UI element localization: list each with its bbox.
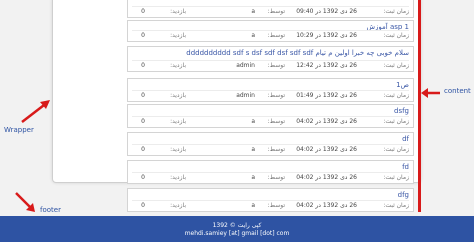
- post-author: admin: [236, 62, 255, 69]
- post-views: 0: [141, 146, 145, 153]
- views-label: بازدید:: [170, 32, 186, 39]
- author-label: توسط:: [267, 92, 285, 99]
- views-label: بازدید:: [170, 146, 186, 153]
- author-label: توسط:: [267, 118, 285, 125]
- content-marker-line: [418, 0, 421, 212]
- post-title-link[interactable]: سلام خوبی چه خبرا اولین م تیام ddddddddd…: [186, 49, 409, 57]
- views-label: بازدید:: [170, 202, 186, 209]
- post-meta: زمان ثبت: 26 دی 1392 در 04:02 توسط: a با…: [132, 172, 409, 182]
- post-views: 0: [141, 118, 145, 125]
- date-label: زمان ثبت:: [383, 174, 409, 181]
- content-arrow-icon: [421, 88, 440, 98]
- post-date: 26 دی 1392 در 09:40: [296, 8, 357, 15]
- date-label: زمان ثبت:: [383, 202, 409, 209]
- views-label: بازدید:: [170, 118, 186, 125]
- wrapper-annotation: Wrapper: [4, 126, 34, 134]
- author-label: توسط:: [267, 62, 285, 69]
- post-author: a: [251, 118, 255, 125]
- post-date: 26 دی 1392 در 10:29: [296, 32, 357, 39]
- views-label: بازدید:: [170, 92, 186, 99]
- date-label: زمان ثبت:: [383, 92, 409, 99]
- post-meta: زمان ثبت: 26 دی 1392 در 04:02 توسط: a با…: [132, 200, 409, 210]
- post-item: asp 1 آموزش زمان ثبت: 26 دی 1392 در 10:2…: [127, 20, 414, 42]
- author-label: توسط:: [267, 8, 285, 15]
- post-views: 0: [141, 174, 145, 181]
- post-date: 26 دی 1392 در 04:02: [296, 174, 357, 181]
- post-item: dfg زمان ثبت: 26 دی 1392 در 04:02 توسط: …: [127, 188, 414, 212]
- post-views: 0: [141, 62, 145, 69]
- post-date: 26 دی 1392 در 12:42: [296, 62, 357, 69]
- post-title-link[interactable]: ص1: [396, 81, 409, 89]
- post-views: 0: [141, 202, 145, 209]
- author-label: توسط:: [267, 174, 285, 181]
- post-date: 26 دی 1392 در 04:02: [296, 202, 357, 209]
- post-author: admin: [236, 92, 255, 99]
- post-meta: زمان ثبت: 26 دی 1392 در 04:02 توسط: a با…: [132, 116, 409, 126]
- post-date: 26 دی 1392 در 01:49: [296, 92, 357, 99]
- post-author: a: [251, 32, 255, 39]
- content-annotation: content: [444, 87, 471, 95]
- date-label: زمان ثبت:: [383, 32, 409, 39]
- author-label: توسط:: [267, 202, 285, 209]
- views-label: بازدید:: [170, 62, 186, 69]
- post-author: a: [251, 146, 255, 153]
- views-label: بازدید:: [170, 8, 186, 15]
- post-date: 26 دی 1392 در 04:02: [296, 118, 357, 125]
- date-label: زمان ثبت:: [383, 146, 409, 153]
- post-item: fd زمان ثبت: 26 دی 1392 در 04:02 توسط: a…: [127, 160, 414, 184]
- date-label: زمان ثبت:: [383, 8, 409, 15]
- views-label: بازدید:: [170, 174, 186, 181]
- post-meta: زمان ثبت: 26 دی 1392 در 04:02 توسط: a با…: [132, 144, 409, 154]
- post-item: dsfg زمان ثبت: 26 دی 1392 در 04:02 توسط:…: [127, 104, 414, 128]
- post-title-link[interactable]: df: [402, 135, 409, 143]
- author-label: توسط:: [267, 32, 285, 39]
- post-meta: زمان ثبت: 26 دی 1392 در 01:49 توسط: admi…: [132, 90, 409, 100]
- post-item: زمان ثبت: 26 دی 1392 در 09:40 توسط: a با…: [127, 0, 414, 18]
- post-item: ص1 زمان ثبت: 26 دی 1392 در 01:49 توسط: a…: [127, 78, 414, 102]
- post-author: a: [251, 8, 255, 15]
- post-views: 0: [141, 32, 145, 39]
- post-title-link[interactable]: fd: [402, 163, 409, 171]
- post-author: a: [251, 202, 255, 209]
- post-title-link[interactable]: dsfg: [394, 107, 409, 115]
- footer-annotation: footer: [40, 206, 61, 214]
- post-item: سلام خوبی چه خبرا اولین م تیام ddddddddd…: [127, 46, 414, 72]
- date-label: زمان ثبت:: [383, 62, 409, 69]
- post-meta: زمان ثبت: 26 دی 1392 در 12:42 توسط: admi…: [132, 60, 409, 70]
- footer-email: mehdi.samiey [at] gmail [dot] com: [184, 230, 290, 237]
- footer-arrow-icon: [15, 192, 35, 212]
- footer-copyright: کپی رایت © 1392: [212, 222, 262, 229]
- date-label: زمان ثبت:: [383, 118, 409, 125]
- author-label: توسط:: [267, 146, 285, 153]
- post-meta: زمان ثبت: 26 دی 1392 در 10:29 توسط: a با…: [132, 30, 409, 40]
- page-footer: کپی رایت © 1392 mehdi.samiey [at] gmail …: [0, 216, 474, 242]
- post-author: a: [251, 174, 255, 181]
- post-date: 26 دی 1392 در 04:02: [296, 146, 357, 153]
- post-item: df زمان ثبت: 26 دی 1392 در 04:02 توسط: a…: [127, 132, 414, 156]
- post-views: 0: [141, 92, 145, 99]
- post-meta: زمان ثبت: 26 دی 1392 در 09:40 توسط: a با…: [132, 6, 409, 16]
- wrapper-arrow-icon: [21, 100, 50, 123]
- post-views: 0: [141, 8, 145, 15]
- post-title-link[interactable]: dfg: [398, 191, 409, 199]
